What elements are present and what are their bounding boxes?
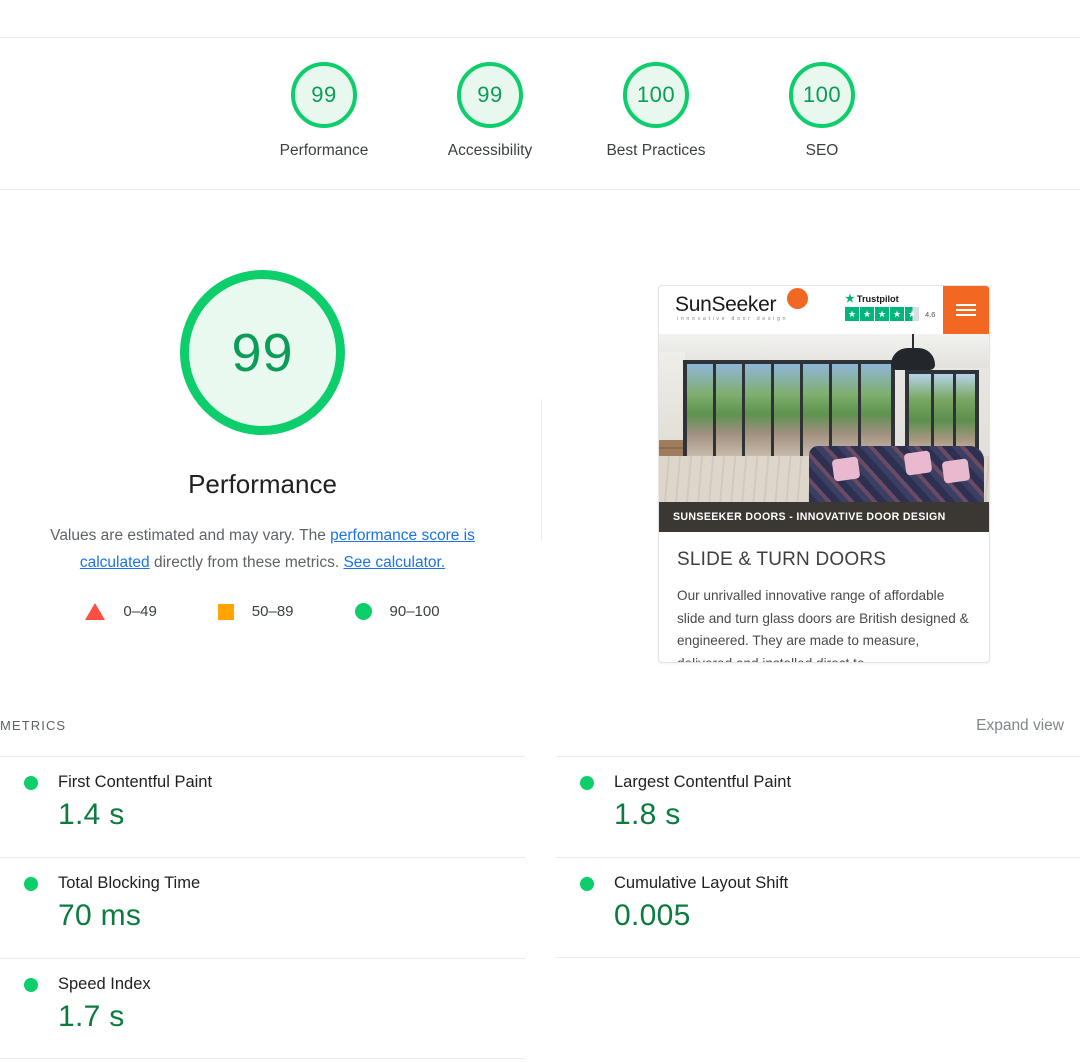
- circle-icon: [354, 603, 372, 620]
- sofa: [809, 446, 984, 502]
- star-icon: ★: [890, 307, 904, 321]
- thumbnail-content: SLIDE & TURN DOORS Our unrivalled innova…: [659, 532, 989, 663]
- performance-description: Values are estimated and may vary. The p…: [28, 522, 498, 576]
- legend-item-average: 50–89: [217, 603, 294, 620]
- gauge-value: 100: [802, 82, 842, 107]
- trustpilot-widget: ★ Trustpilot ★ ★ ★ ★ ★ 4.6: [845, 292, 943, 321]
- metric-row[interactable]: Largest Contentful Paint 1.8 s: [556, 756, 1080, 857]
- thumbnail-heading: SLIDE & TURN DOORS: [677, 549, 887, 570]
- triangle-icon: [85, 603, 106, 620]
- performance-gauge: 99: [180, 270, 345, 435]
- thumbnail-paragraph: Our unrivalled innovative range of affor…: [677, 588, 969, 663]
- category-label: Performance: [279, 142, 369, 159]
- vertical-divider: [541, 399, 542, 540]
- status-circle-icon: [580, 876, 594, 891]
- see-calculator-link[interactable]: See calculator.: [343, 554, 445, 571]
- status-circle-icon: [24, 775, 38, 790]
- metric-name: Speed Index: [58, 975, 151, 993]
- top-bar: [0, 0, 1080, 38]
- gauge-value: 99: [311, 82, 337, 107]
- thumbnail-caption: SUNSEEKER DOORS - INNOVATIVE DOOR DESIGN: [659, 502, 989, 532]
- thumbnail-site-header: SunSeeker innovative door design ★ Trust…: [659, 286, 989, 334]
- category-score-accessibility[interactable]: 99 Accessibility: [407, 39, 573, 160]
- trustpilot-label: Trustpilot: [856, 293, 899, 304]
- site-tagline: innovative door design: [677, 316, 789, 322]
- expand-view-button[interactable]: Expand view: [976, 717, 1064, 735]
- metric-row[interactable]: Cumulative Layout Shift 0.005: [556, 857, 1080, 958]
- category-score-seo[interactable]: 100 SEO: [739, 39, 905, 160]
- status-circle-icon: [580, 775, 594, 790]
- legend-range: 90–100: [389, 603, 440, 620]
- trustpilot-stars: ★ ★ ★ ★ ★ 4.6: [845, 307, 943, 321]
- legend-item-good: 90–100: [354, 603, 440, 620]
- category-score-row: 99 Performance 99 Accessibility 100 Best…: [0, 39, 1080, 190]
- category-score-performance[interactable]: 99 Performance: [241, 39, 407, 160]
- gauge-seo: 100: [789, 62, 855, 128]
- metric-row[interactable]: Total Blocking Time 70 ms: [0, 857, 525, 958]
- metric-value: 1.4 s: [58, 798, 125, 831]
- thumbnail-hero-photo: [659, 334, 989, 502]
- metrics-header: METRICS Expand view: [0, 717, 1080, 754]
- performance-summary: 99 Performance Values are estimated and …: [0, 270, 525, 620]
- metric-value: 1.8 s: [614, 798, 681, 831]
- metric-value: 0.005: [614, 899, 691, 932]
- logo-dot-icon: [787, 288, 808, 309]
- legend-range: 50–89: [251, 603, 294, 620]
- page-screenshot-thumbnail[interactable]: SunSeeker innovative door design ★ Trust…: [658, 285, 990, 663]
- star-icon: ★: [875, 307, 889, 321]
- category-label: Best Practices: [606, 142, 706, 159]
- status-circle-icon: [24, 977, 38, 992]
- category-label: Accessibility: [447, 142, 533, 159]
- metric-value: 70 ms: [58, 899, 142, 932]
- performance-gauge-value: 99: [231, 322, 294, 383]
- gauge-performance: 99: [291, 62, 357, 128]
- status-circle-icon: [24, 876, 38, 891]
- site-logo: SunSeeker: [675, 293, 777, 316]
- star-half-icon: ★: [905, 307, 919, 321]
- metric-name: First Contentful Paint: [58, 773, 213, 791]
- pendant-lamp: [891, 348, 935, 370]
- metric-value: 1.7 s: [58, 1000, 125, 1033]
- metric-name: Largest Contentful Paint: [614, 773, 792, 791]
- category-label: SEO: [805, 142, 839, 159]
- metrics-section-title: METRICS: [0, 718, 67, 733]
- page-title: Performance: [188, 469, 337, 499]
- metrics-column-right: Largest Contentful Paint 1.8 s Cumulativ…: [556, 756, 1080, 958]
- desc-prefix: Values are estimated and may vary. The: [50, 527, 331, 544]
- gauge-value: 99: [477, 82, 503, 107]
- trustpilot-score: 4.6: [925, 309, 936, 319]
- star-icon: ★: [860, 307, 874, 321]
- metric-row[interactable]: First Contentful Paint 1.4 s: [0, 756, 525, 857]
- square-icon: [217, 603, 234, 620]
- category-score-best-practices[interactable]: 100 Best Practices: [573, 39, 739, 160]
- gauge-best-practices: 100: [623, 62, 689, 128]
- gauge-value: 100: [636, 82, 676, 107]
- metric-name: Total Blocking Time: [58, 874, 201, 892]
- trustpilot-star-icon: ★: [845, 293, 855, 305]
- desc-middle: directly from these metrics.: [149, 554, 344, 571]
- score-legend: 0–49 50–89 90–100: [85, 603, 440, 620]
- hamburger-menu-icon[interactable]: [943, 286, 989, 334]
- gauge-accessibility: 99: [457, 62, 523, 128]
- legend-range: 0–49: [123, 603, 157, 620]
- metrics-column-left: First Contentful Paint 1.4 s Total Block…: [0, 756, 525, 1059]
- metric-name: Cumulative Layout Shift: [614, 874, 789, 892]
- metric-row[interactable]: Speed Index 1.7 s: [0, 958, 525, 1059]
- star-icon: ★: [845, 307, 859, 321]
- legend-item-poor: 0–49: [85, 603, 157, 620]
